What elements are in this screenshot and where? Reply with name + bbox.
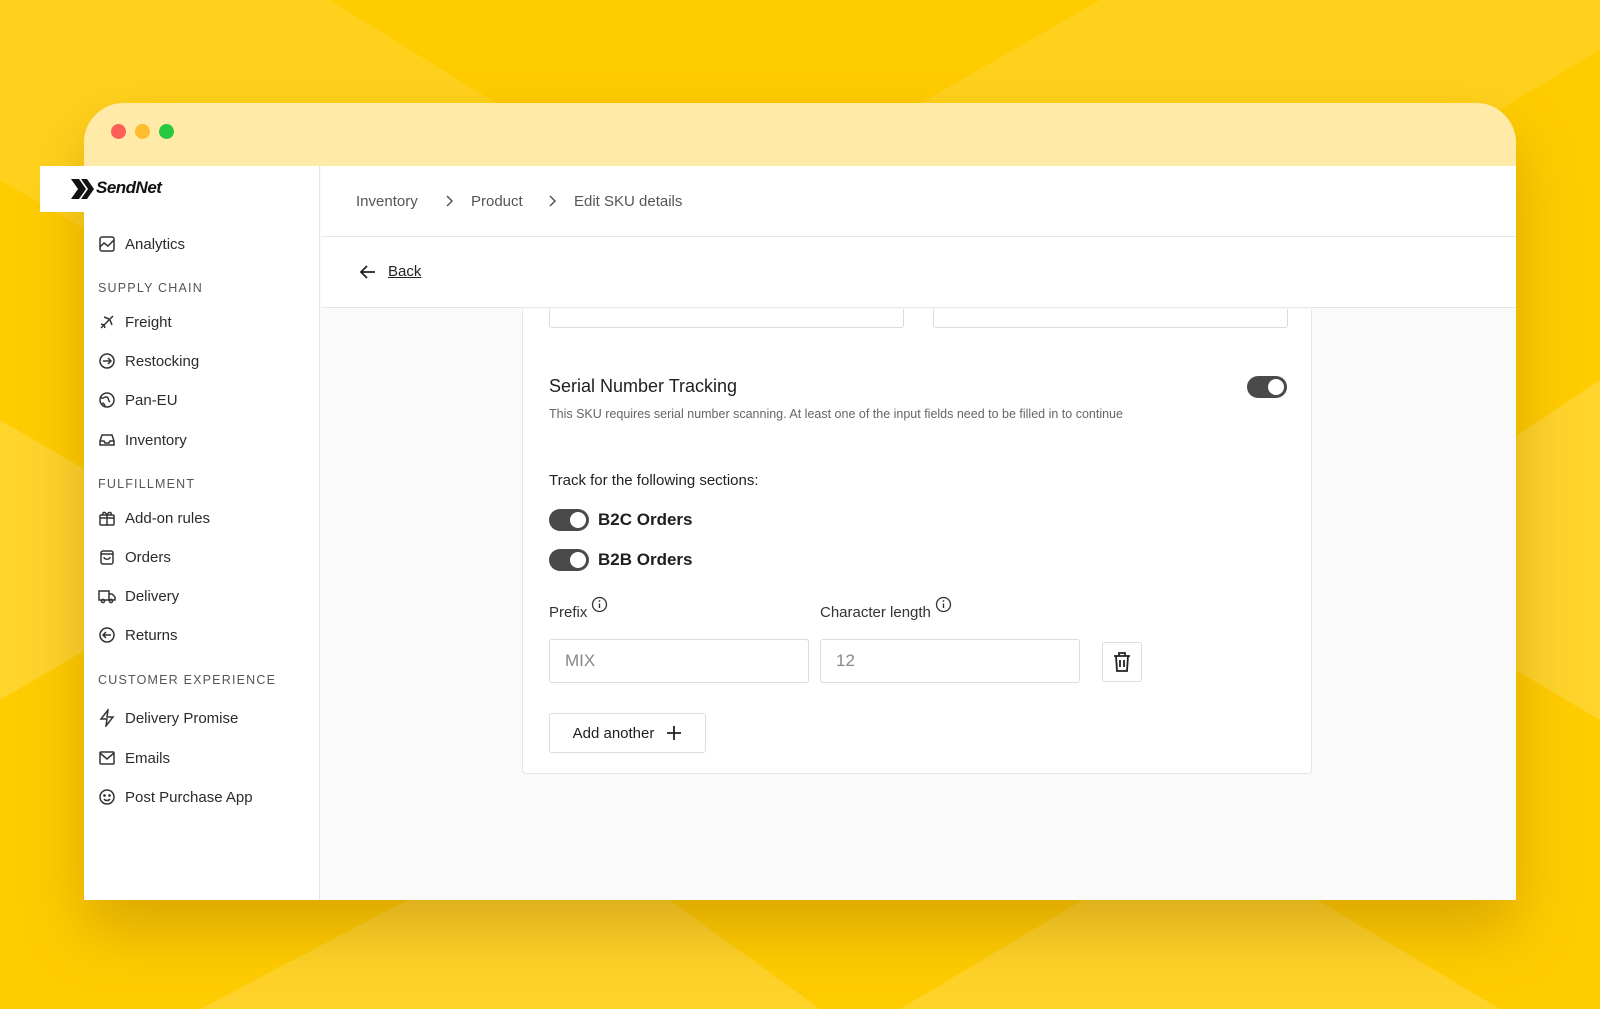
info-icon[interactable] — [591, 596, 608, 613]
sidebar-item-add-on-rules[interactable]: Add-on rules — [98, 506, 210, 530]
section-label-fulfillment: FULFILLMENT — [98, 477, 196, 491]
sidebar-item-freight[interactable]: Freight — [98, 310, 172, 334]
sidebar-item-label: Delivery — [125, 587, 180, 605]
character-length-input[interactable] — [820, 639, 1080, 683]
arrow-left-icon — [359, 264, 375, 279]
sidebar-item-orders[interactable]: Orders — [98, 545, 171, 569]
close-window-dot[interactable] — [111, 124, 126, 139]
globe-icon — [99, 392, 115, 408]
back-bar: Back — [321, 237, 1516, 308]
logo[interactable]: SendNet — [40, 166, 316, 212]
arrow-circle-icon — [99, 353, 115, 369]
sidebar: SendNet Analytics SUPPLY CHAIN Freight R… — [40, 166, 320, 900]
bag-icon — [100, 550, 114, 565]
sidebar-item-returns[interactable]: Returns — [98, 623, 178, 647]
chart-icon — [99, 236, 115, 252]
mail-icon — [99, 751, 115, 765]
brand-name: SendNet — [96, 178, 162, 197]
prefix-label-text: Prefix — [549, 604, 588, 621]
sku-details-card: 00000000 00000000 Serial Number Tracking… — [522, 309, 1312, 774]
sidebar-item-label: Freight — [125, 313, 172, 331]
plane-icon — [100, 315, 114, 329]
sidebar-item-label: Emails — [125, 749, 171, 767]
toggle-knob — [570, 512, 586, 528]
truck-icon — [98, 590, 116, 604]
prefix-input[interactable] — [549, 639, 809, 683]
back-link[interactable]: Back — [359, 263, 421, 280]
back-label: Back — [388, 263, 422, 280]
breadcrumb-current: Edit SKU details — [574, 193, 683, 210]
plus-icon — [667, 726, 682, 740]
chevron-right-icon — [446, 195, 454, 207]
toggle-knob — [570, 552, 586, 568]
sidebar-item-label: Analytics — [125, 235, 186, 253]
b2c-orders-row: B2C Orders — [549, 509, 692, 531]
b2b-orders-row: B2B Orders — [549, 549, 692, 571]
add-another-button[interactable]: Add another — [549, 713, 706, 753]
bolt-icon — [99, 709, 115, 727]
main-content: 00000000 00000000 Serial Number Tracking… — [321, 309, 1516, 900]
delete-button[interactable] — [1102, 642, 1142, 682]
serial-tracking-description: This SKU requires serial number scanning… — [549, 407, 1123, 421]
sidebar-item-label: Add-on rules — [125, 509, 211, 527]
b2b-orders-toggle[interactable] — [549, 549, 589, 571]
prefix-label: Prefix — [549, 596, 608, 621]
app-window: SendNet Analytics SUPPLY CHAIN Freight R… — [40, 103, 1516, 900]
barcode-input-1[interactable]: 00000000 — [549, 309, 904, 328]
breadcrumb: Inventory Product Edit SKU details — [321, 166, 1516, 237]
sidebar-item-inventory[interactable]: Inventory — [98, 428, 187, 452]
b2c-orders-toggle[interactable] — [549, 509, 589, 531]
sidebar-item-pan-eu[interactable]: Pan-EU — [98, 388, 178, 412]
barcode-input-2[interactable]: 00000000 — [933, 309, 1288, 328]
return-icon — [99, 627, 115, 643]
breadcrumb-product[interactable]: Product — [471, 193, 523, 210]
sidebar-item-label: Returns — [125, 626, 178, 644]
toggle-knob — [1268, 379, 1284, 395]
sidebar-item-analytics[interactable]: Analytics — [98, 232, 185, 256]
serial-tracking-toggle[interactable] — [1247, 376, 1287, 398]
track-sections-label: Track for the following sections: — [549, 472, 759, 489]
character-length-label-text: Character length — [820, 604, 931, 621]
sidebar-item-label: Delivery Promise — [125, 709, 239, 727]
title-bar — [84, 103, 1516, 166]
info-icon[interactable] — [935, 596, 952, 613]
maximize-window-dot[interactable] — [159, 124, 174, 139]
character-length-label: Character length — [820, 596, 952, 621]
smile-icon — [99, 789, 115, 805]
breadcrumb-inventory[interactable]: Inventory — [356, 193, 418, 210]
minimize-window-dot[interactable] — [135, 124, 150, 139]
sidebar-item-label: Orders — [125, 548, 171, 566]
sidebar-item-label: Pan-EU — [125, 391, 178, 409]
sidebar-item-emails[interactable]: Emails — [98, 746, 170, 770]
serial-tracking-title: Serial Number Tracking — [549, 376, 738, 396]
sidebar-item-label: Inventory — [125, 431, 187, 449]
trash-icon — [1114, 652, 1130, 672]
inbox-icon — [99, 434, 115, 446]
chevron-right-icon — [549, 195, 557, 207]
section-label-customer-experience: CUSTOMER EXPERIENCE — [98, 673, 277, 687]
sidebar-item-post-purchase-app[interactable]: Post Purchase App — [98, 785, 253, 809]
b2c-orders-label: B2C Orders — [598, 510, 693, 529]
sidebar-item-delivery[interactable]: Delivery — [98, 584, 179, 608]
sidebar-item-label: Post Purchase App — [125, 788, 253, 806]
sendnet-logo-icon — [71, 179, 94, 199]
gift-icon — [99, 511, 115, 526]
b2b-orders-label: B2B Orders — [598, 550, 693, 569]
add-another-label: Add another — [572, 724, 655, 742]
sidebar-item-delivery-promise[interactable]: Delivery Promise — [98, 706, 238, 730]
sidebar-item-label: Restocking — [125, 352, 200, 370]
sidebar-item-restocking[interactable]: Restocking — [98, 349, 199, 373]
section-label-supply-chain: SUPPLY CHAIN — [98, 281, 203, 295]
